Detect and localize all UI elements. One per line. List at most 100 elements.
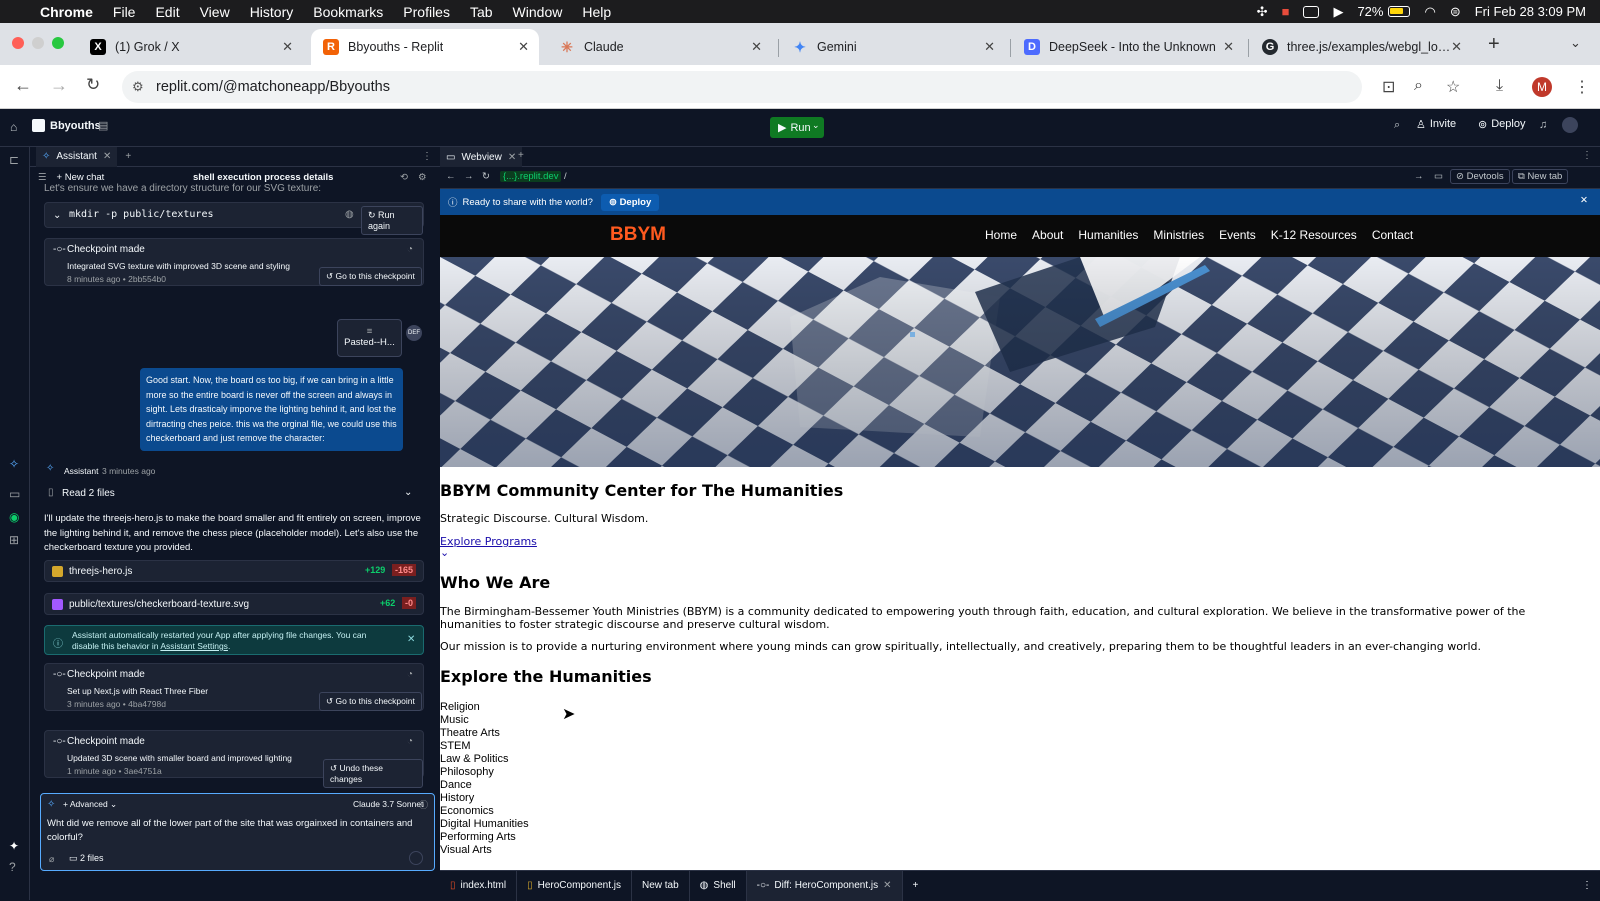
chat-history-icon[interactable]: ☰ — [38, 172, 47, 183]
tab-replit[interactable]: R Bbyouths - Replit ✕ — [311, 29, 539, 65]
tab-grok[interactable]: X (1) Grok / X ✕ — [78, 29, 303, 65]
app-status-icon[interactable]: ■ — [1282, 4, 1290, 19]
chrome-menu-icon[interactable]: ⋮ — [1574, 77, 1590, 97]
omnibox-url[interactable]: replit.com/@matchoneapp/Bbyouths — [156, 79, 390, 95]
chevron-down-icon[interactable]: ⌄ — [440, 546, 449, 559]
close-tab-icon[interactable]: ✕ — [518, 39, 529, 55]
pane-menu-icon[interactable]: ⋮ — [1582, 880, 1592, 891]
invite-button[interactable]: ♙ Invite — [1416, 118, 1456, 131]
deploy-tool-icon[interactable]: ◉ — [9, 510, 19, 524]
add-tab-icon[interactable]: + — [913, 880, 919, 891]
close-tab-icon[interactable]: ✕ — [1223, 39, 1234, 55]
rollback-icon[interactable]: ◔ — [407, 244, 413, 255]
nav-ministries[interactable]: Ministries — [1153, 228, 1204, 242]
menu-view[interactable]: View — [200, 4, 230, 20]
site-info-icon[interactable]: ⚙ — [132, 79, 144, 95]
profile-avatar[interactable]: M — [1532, 77, 1552, 97]
tab-herocomponent[interactable]: ▯ HeroComponent.js — [517, 870, 632, 901]
new-tab-button[interactable]: + — [1488, 33, 1500, 56]
webview-tool-icon[interactable]: ▭ — [9, 487, 20, 501]
read-files-toggle[interactable]: ▯ Read 2 files ⌄ — [44, 485, 424, 503]
mode-selector[interactable]: + Advanced ⌄ — [63, 799, 117, 810]
tab-index-html[interactable]: ▯ index.html — [440, 870, 518, 901]
close-tab-icon[interactable]: ✕ — [282, 39, 293, 55]
site-logo[interactable]: BBYM — [610, 224, 666, 246]
file-change-card[interactable]: public/textures/checkerboard-texture.svg… — [44, 593, 424, 615]
nav-events[interactable]: Events — [1219, 228, 1256, 242]
tab-new-tab[interactable]: New tab — [632, 870, 690, 901]
menu-file[interactable]: File — [113, 4, 136, 20]
menu-profiles[interactable]: Profiles — [403, 4, 450, 20]
minimize-window-button[interactable] — [32, 37, 44, 49]
close-icon[interactable]: ✕ — [407, 634, 415, 645]
project-name[interactable]: Bbyouths — [50, 120, 101, 132]
info-icon[interactable]: ⓘ — [419, 798, 428, 811]
nav-about[interactable]: About — [1032, 228, 1063, 242]
menu-edit[interactable]: Edit — [155, 4, 179, 20]
tab-deepseek[interactable]: D DeepSeek - Into the Unknown ✕ — [1012, 29, 1244, 65]
rollback-icon[interactable]: ◔ — [407, 669, 413, 680]
forward-arrow-icon[interactable]: → — [464, 171, 474, 182]
tab-gemini[interactable]: ✦ Gemini ✕ — [780, 29, 1005, 65]
omnibox[interactable]: ⚙ replit.com/@matchoneapp/Bbyouths — [122, 71, 1362, 103]
menubar-clock[interactable]: Fri Feb 28 3:09 PM — [1475, 4, 1586, 19]
zoom-window-button[interactable] — [52, 37, 64, 49]
reload-icon[interactable]: ↻ — [482, 171, 490, 182]
add-tab-icon[interactable]: + — [125, 151, 131, 162]
url-host[interactable]: {...}.replit.dev — [500, 171, 562, 182]
model-selector[interactable]: Claude 3.7 Sonnet — [353, 799, 423, 809]
attach-icon[interactable]: ⌀ — [49, 854, 54, 865]
close-icon[interactable]: ✕ — [508, 152, 516, 163]
help-icon[interactable]: ? — [9, 860, 16, 874]
close-icon[interactable]: ✕ — [1580, 195, 1588, 206]
tab-claude[interactable]: ✳ Claude ✕ — [547, 29, 772, 65]
user-avatar[interactable] — [1562, 117, 1578, 133]
thread-title[interactable]: shell execution process details — [193, 172, 333, 183]
tab-webview[interactable]: ▭ Webview ✕ — [440, 147, 523, 167]
nav-contact[interactable]: Contact — [1372, 228, 1413, 242]
undo-changes-button[interactable]: ↺ Undo these changes — [323, 759, 423, 788]
reload-icon[interactable]: ↻ — [86, 75, 100, 95]
home-icon[interactable]: ⌂ — [10, 120, 17, 134]
chevron-down-icon[interactable]: ⌄ — [53, 210, 61, 221]
nav-k12-resources[interactable]: K-12 Resources — [1271, 228, 1357, 242]
battery-status[interactable]: 72% — [1357, 4, 1411, 19]
zoom-icon[interactable]: ⌕ — [1414, 77, 1423, 95]
tab-diff-herocomponent[interactable]: -○- Diff: HeroComponent.js ✕ — [746, 870, 903, 901]
close-window-button[interactable] — [12, 37, 24, 49]
menu-help[interactable]: Help — [582, 4, 611, 20]
close-icon[interactable]: ✕ — [883, 880, 891, 891]
close-tab-icon[interactable]: ✕ — [1451, 39, 1462, 55]
menu-window[interactable]: Window — [513, 4, 563, 20]
wifi-icon[interactable]: ◠ — [1424, 4, 1435, 20]
nav-humanities[interactable]: Humanities — [1078, 228, 1138, 242]
close-tab-icon[interactable]: ✕ — [751, 39, 762, 55]
tab-threejs[interactable]: G three.js/examples/webgl_loade ✕ — [1250, 29, 1472, 65]
tab-shell[interactable]: ◍ Shell — [690, 870, 747, 901]
back-arrow-icon[interactable]: ← — [446, 171, 456, 182]
notification-bell-icon[interactable]: ♫ — [1539, 119, 1547, 131]
close-icon[interactable]: ✕ — [103, 151, 111, 162]
device-icon[interactable]: ▭ — [1434, 171, 1443, 182]
pasted-attachment[interactable]: ≡ Pasted--H... — [337, 319, 402, 357]
extension-icon[interactable]: ✣ — [1257, 4, 1268, 20]
run-again-button[interactable]: ↻ Run again — [361, 206, 423, 235]
control-center-icon[interactable]: ⊜ — [1450, 4, 1461, 20]
history-icon[interactable]: ⟲ — [400, 172, 408, 183]
forward-arrow-icon[interactable]: → — [50, 75, 68, 96]
deploy-button[interactable]: ⊚ Deploy — [1478, 118, 1525, 131]
devtools-button[interactable]: ⊘ Devtools — [1450, 169, 1510, 184]
search-icon[interactable]: ⌕ — [1394, 119, 1400, 132]
tab-search-chevron-icon[interactable]: ⌄ — [1570, 35, 1581, 51]
downloads-icon[interactable]: ⤓ — [1496, 77, 1503, 95]
settings-gear-icon[interactable]: ⚙ — [418, 172, 427, 183]
keyboard-icon[interactable] — [1303, 5, 1320, 18]
new-tab-button[interactable]: ⧉ New tab — [1512, 169, 1569, 184]
deploy-banner-button[interactable]: ⊚ Deploy — [600, 193, 660, 211]
menu-history[interactable]: History — [250, 4, 294, 20]
shell-icon[interactable]: ◍ — [345, 209, 354, 220]
assistant-tool-icon[interactable]: ✧ — [9, 457, 19, 471]
message-input[interactable]: Wht did we remove all of the lower part … — [47, 817, 417, 845]
project-info-icon[interactable]: ▤ — [98, 119, 108, 132]
send-button[interactable] — [409, 851, 423, 865]
